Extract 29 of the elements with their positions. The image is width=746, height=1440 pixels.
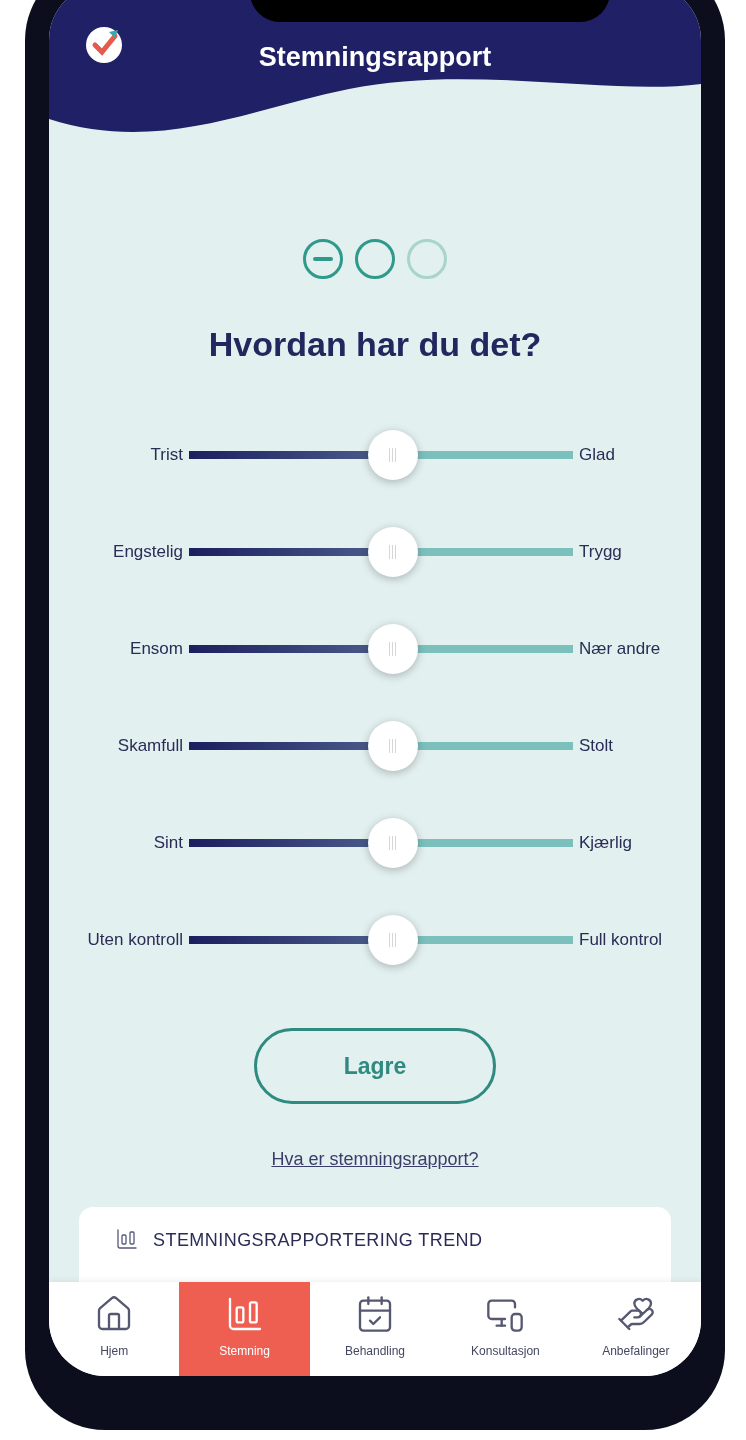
slider-left-label: Uten kontroll	[86, 928, 184, 951]
bar-chart-icon	[115, 1227, 139, 1251]
nav-tab[interactable]: Anbefalinger	[570, 1281, 701, 1376]
slider-left-label: Skamfull	[116, 734, 184, 757]
slider-thumb[interactable]	[367, 623, 418, 674]
slider-left-label: Ensom	[129, 637, 184, 660]
slider-right-label: Full kontrol	[578, 928, 664, 951]
slider-right-label: Nær andre	[578, 637, 662, 660]
nav-tab[interactable]: Konsultasjon	[440, 1281, 571, 1376]
slider-thumb[interactable]	[367, 429, 418, 480]
screen-title: Stemningsrapport	[257, 41, 493, 74]
nav-tab[interactable]: Hjem	[49, 1281, 180, 1376]
slider-left-label: Trist	[149, 443, 184, 466]
slider-right-label: Stolt	[578, 734, 615, 757]
slider-right-label: Kjærlig	[578, 831, 633, 854]
save-button[interactable]: Lagre	[254, 1028, 496, 1104]
slider-thumb[interactable]	[367, 817, 418, 868]
slider-thumb[interactable]	[367, 526, 418, 577]
slider-right-label: Trygg	[578, 540, 623, 563]
slider-left-label: Sint	[152, 831, 184, 854]
nav-tab[interactable]: Behandling	[309, 1281, 441, 1376]
question-heading: Hvordan har du det?	[207, 324, 543, 365]
help-link[interactable]: Hva er stemningsrapport?	[271, 1146, 479, 1173]
slider-thumb[interactable]	[367, 914, 418, 965]
slider-thumb[interactable]	[367, 720, 418, 771]
slider-right-label: Glad	[578, 443, 616, 466]
check-logo-icon	[85, 26, 123, 64]
card-title: STEMNINGSRAPPORTERING TREND	[153, 1229, 483, 1252]
slider-left-label: Engstelig	[112, 540, 184, 563]
